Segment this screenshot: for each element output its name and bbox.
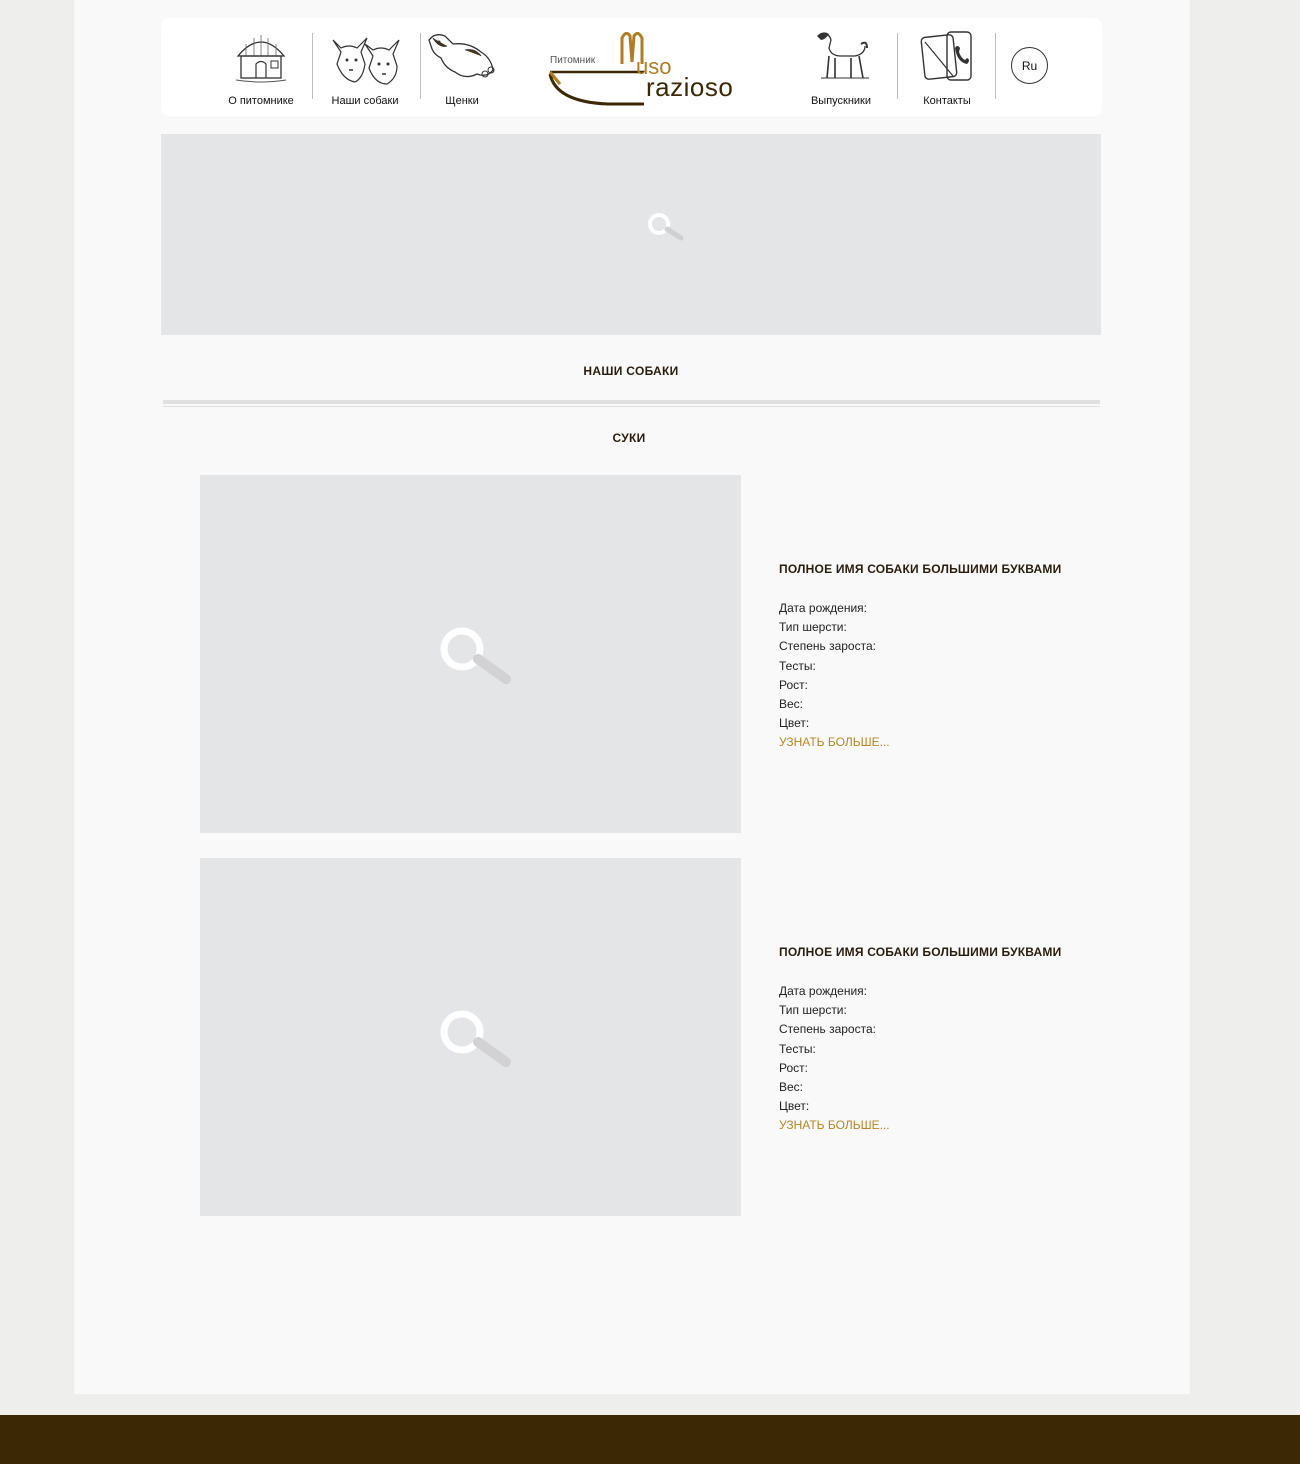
nav-item-our-dogs[interactable]: Наши собаки [315, 26, 415, 112]
nav-divider [312, 33, 313, 99]
dog-field-birthdate: Дата рождения: [779, 984, 867, 998]
learn-more-link[interactable]: УЗНАТЬ БОЛЬШЕ... [779, 1116, 1099, 1135]
dog-info: ПОЛНОЕ ИМЯ СОБАКИ БОЛЬШИМИ БУКВАМИ Дата … [779, 945, 1099, 1136]
site-logo[interactable]: Питомник uso razioso [548, 28, 768, 108]
nav-item-puppies[interactable]: Щенки [412, 26, 512, 112]
magnifier-icon [440, 1010, 511, 1067]
dog-name: ПОЛНОЕ ИМЯ СОБАКИ БОЛЬШИМИ БУКВАМИ [779, 945, 1062, 959]
dog-photo-placeholder[interactable] [200, 858, 741, 1216]
section-divider [163, 400, 1100, 407]
section-heading: СУКИ [612, 431, 646, 445]
dog-field-coat-growth: Степень зароста: [779, 1022, 876, 1037]
dog-field-weight: Вес: [779, 1080, 804, 1095]
puppy-icon [428, 34, 495, 78]
house-icon [235, 35, 287, 83]
language-switcher[interactable]: Ru [1011, 47, 1048, 84]
dogs-icon [332, 37, 400, 85]
magnifier-icon [440, 627, 511, 684]
logo-subtitle: Питомник [550, 55, 596, 66]
dog-field-weight: Вес: [779, 697, 804, 712]
dog-field-coat-type: Тип шерсти: [779, 620, 847, 635]
banner-placeholder [161, 134, 1101, 335]
dog-fields: Дата рождения: Тип шерсти: Степень зарос… [779, 982, 1099, 1116]
nav-label-graduates: Выпускники [810, 95, 872, 107]
phone-icon [920, 31, 972, 81]
dog-standing-icon [817, 32, 869, 79]
nav-item-about[interactable]: О питомнике [211, 26, 311, 112]
dog-field-color: Цвет: [779, 1099, 810, 1114]
dog-photo-placeholder[interactable] [200, 475, 741, 833]
dog-field-coat-type: Тип шерсти: [779, 1003, 847, 1018]
dog-fields: Дата рождения: Тип шерсти: Степень зарос… [779, 599, 1099, 733]
dog-name: ПОЛНОЕ ИМЯ СОБАКИ БОЛЬШИМИ БУКВАМИ [779, 562, 1062, 576]
dog-field-coat-growth: Степень зароста: [779, 639, 876, 654]
nav-label-contacts: Контакты [923, 95, 971, 107]
dog-field-birthdate: Дата рождения: [779, 601, 867, 615]
nav-item-contacts[interactable]: Контакты [897, 26, 997, 112]
dog-field-height: Рост: [779, 1060, 808, 1075]
nav-divider [995, 33, 996, 99]
magnifier-icon [648, 213, 684, 241]
dog-field-tests: Тесты: [779, 1041, 816, 1056]
learn-more-link[interactable]: УЗНАТЬ БОЛЬШЕ... [779, 733, 1099, 752]
nav-label-our-dogs: Наши собаки [331, 95, 399, 107]
logo-name-part2: razioso [646, 72, 734, 102]
dog-field-height: Рост: [779, 677, 808, 692]
nav-label-puppies: Щенки [445, 95, 479, 107]
dog-field-tests: Тесты: [779, 658, 816, 673]
nav-item-graduates[interactable]: Выпускники [791, 26, 891, 112]
page-title: НАШИ СОБАКИ [583, 364, 679, 378]
dog-field-color: Цвет: [779, 716, 810, 731]
site-header: О питомнике Наши собаки Щенки Питомник u… [161, 18, 1102, 116]
nav-label-about: О питомнике [228, 95, 294, 107]
site-footer [0, 1415, 1300, 1464]
dog-info: ПОЛНОЕ ИМЯ СОБАКИ БОЛЬШИМИ БУКВАМИ Дата … [779, 562, 1099, 753]
